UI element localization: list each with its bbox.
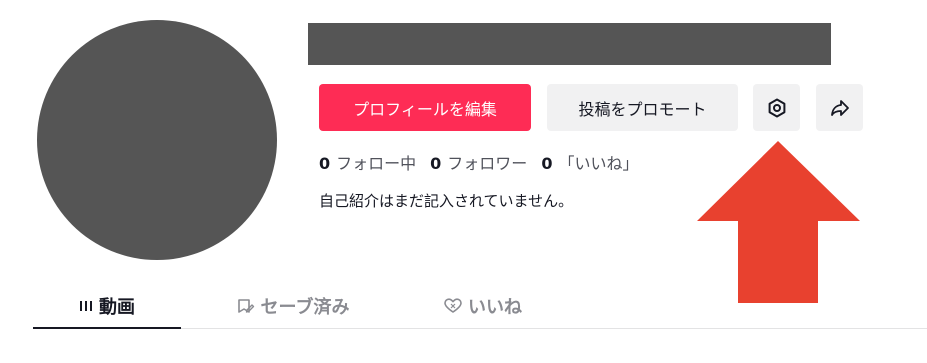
edit-profile-label: プロフィールを編集 <box>353 99 497 119</box>
share-button[interactable] <box>816 84 863 131</box>
annotation-arrow <box>697 141 860 303</box>
bio-text: 自己紹介はまだ記入されていません。 <box>319 192 574 210</box>
following-count: 0 <box>319 154 331 173</box>
profile-tabs: 動画 セーブ済み いいね <box>33 285 927 329</box>
profile-page: プロフィールを編集 投稿をプロモート 0 フォロー中 0 フォロワー 0 「いいね」 自己… <box>0 0 927 363</box>
promote-post-label: 投稿をプロモート <box>578 99 707 119</box>
tab-saved-label: セーブ済み <box>260 297 350 318</box>
avatar <box>37 20 277 260</box>
share-icon <box>830 99 849 116</box>
likes-count: 0 <box>541 154 553 173</box>
followers-count: 0 <box>430 154 442 173</box>
likes-label: 「いいね」 <box>558 154 639 173</box>
gear-icon <box>768 98 785 117</box>
tab-videos-label: 動画 <box>99 297 135 318</box>
bookmark-icon <box>237 298 255 314</box>
promote-post-button[interactable]: 投稿をプロモート <box>547 84 738 131</box>
grid-icon <box>79 299 93 313</box>
profile-stats: 0 フォロー中 0 フォロワー 0 「いいね」 <box>319 150 652 174</box>
tab-videos[interactable]: 動画 <box>33 285 181 327</box>
settings-button[interactable] <box>753 84 800 131</box>
redacted-username <box>308 23 831 65</box>
active-tab-indicator <box>33 327 181 329</box>
edit-profile-button[interactable]: プロフィールを編集 <box>319 84 531 131</box>
following-label[interactable]: フォロー中 <box>336 154 416 173</box>
heart-icon <box>444 298 462 314</box>
tab-liked-label: いいね <box>468 297 522 318</box>
tab-liked[interactable]: いいね <box>423 285 543 327</box>
followers-label[interactable]: フォロワー <box>447 154 527 173</box>
tab-saved[interactable]: セーブ済み <box>213 285 373 327</box>
